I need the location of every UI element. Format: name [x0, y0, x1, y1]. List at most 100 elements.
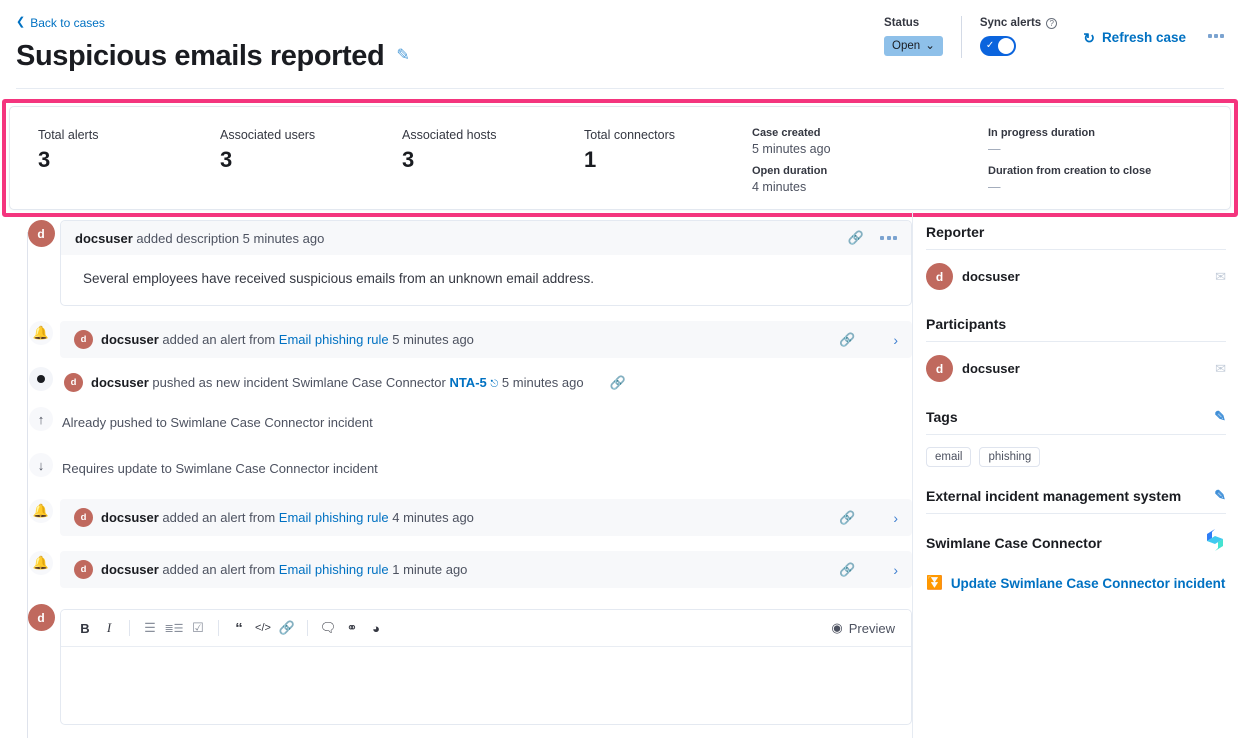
description-card: docsuser added description 5 minutes ago…: [60, 220, 912, 306]
timeline-item-alert: 🔔 d docsuser added an alert from Email p…: [14, 321, 912, 358]
toolbar-separator: [307, 620, 308, 636]
chevron-left-icon: ❮: [16, 17, 25, 28]
bullet-list-icon[interactable]: ☰: [138, 617, 162, 639]
ellipsis-dot: [893, 236, 897, 240]
spacer: [14, 398, 912, 407]
avatar: d: [74, 560, 93, 579]
push-text: docsuser pushed as new incident Swimlane…: [91, 375, 584, 390]
link-icon[interactable]: 🔗: [839, 332, 855, 348]
rule-link[interactable]: Email phishing rule: [279, 332, 389, 347]
question-mark-icon[interactable]: ?: [1046, 18, 1057, 29]
incident-link[interactable]: NTA-5: [449, 375, 486, 390]
alert-row[interactable]: d docsuser added an alert from Email phi…: [60, 321, 912, 358]
status-block: Status Open ⌄: [884, 16, 943, 56]
link-icon[interactable]: 🔗: [839, 562, 855, 578]
status-dropdown[interactable]: Open ⌄: [884, 36, 943, 56]
tags-list: email phishing: [926, 435, 1226, 467]
chevron-right-icon[interactable]: ›: [893, 332, 898, 348]
alert-row[interactable]: d docsuser added an alert from Email phi…: [60, 551, 912, 588]
tag-chip[interactable]: email: [926, 447, 971, 467]
in-progress-duration-value: —: [988, 141, 1230, 158]
comment-textarea[interactable]: [61, 647, 911, 717]
quote-icon[interactable]: “: [227, 617, 251, 639]
link-icon[interactable]: 🔗: [275, 617, 299, 639]
refresh-case-button[interactable]: ↻ Refresh case: [1083, 30, 1186, 45]
event-post: 1 minute ago: [389, 562, 468, 577]
timeline-item-push: d docsuser pushed as new incident Swimla…: [14, 367, 912, 398]
code-icon[interactable]: </>: [251, 617, 275, 639]
update-incident-button[interactable]: ⏬ Update Swimlane Case Connector inciden…: [926, 557, 1226, 591]
refresh-case-label: Refresh case: [1102, 30, 1186, 45]
push-row: d docsuser pushed as new incident Swimla…: [60, 367, 912, 398]
participant-row: d docsuser ✉: [926, 342, 1226, 382]
timeline-icon[interactable]: ◕: [364, 617, 388, 639]
header-divider-rule: [16, 88, 1224, 89]
edit-external-system-pencil-icon[interactable]: ✎: [1214, 487, 1226, 504]
stat-label: Associated users: [220, 127, 374, 143]
envelope-icon[interactable]: ✉: [1215, 361, 1226, 377]
description-card-header: docsuser added description 5 minutes ago…: [61, 221, 911, 255]
timeline-content: B I ☰ ≣☰ ☑ “ </> 🔗 🗨 ⚭: [14, 604, 912, 725]
timeline-marker: [27, 367, 55, 391]
spacer: [14, 438, 912, 453]
tags-title: Tags: [926, 409, 1214, 425]
edit-tags-pencil-icon[interactable]: ✎: [1214, 408, 1226, 425]
stats-card: Total alerts 3 Associated users 3 Associ…: [9, 106, 1231, 210]
description-overflow-menu-button[interactable]: [880, 236, 897, 240]
back-to-cases-link[interactable]: ❮ Back to cases: [16, 16, 105, 30]
sync-alerts-block: Sync alerts ? ✓: [980, 16, 1057, 56]
stat-value: 1: [584, 147, 738, 173]
numbered-list-icon[interactable]: ≣☰: [162, 617, 186, 639]
chevron-right-icon[interactable]: ›: [893, 510, 898, 526]
hierarchy-icon[interactable]: ⚭: [340, 617, 364, 639]
creation-to-close-label: Duration from creation to close: [988, 164, 1230, 179]
rule-link[interactable]: Email phishing rule: [279, 510, 389, 525]
arrow-down-icon: ↓: [29, 453, 53, 477]
link-icon[interactable]: 🔗: [839, 510, 855, 526]
timeline-marker: ↑: [27, 407, 55, 431]
spacer: [14, 588, 912, 604]
tag-chip[interactable]: phishing: [979, 447, 1040, 467]
activity-timeline: d docsuser added description 5 minutes a…: [0, 220, 912, 738]
status-value: Open: [892, 39, 920, 53]
link-icon[interactable]: 🔗: [610, 375, 626, 391]
ellipsis-dot: [1214, 34, 1218, 38]
timeline-content: d docsuser added an alert from Email phi…: [60, 321, 912, 358]
tags-section-title: Tags ✎: [926, 404, 1226, 425]
rule-link[interactable]: Email phishing rule: [279, 562, 389, 577]
reporter-row: d docsuser ✉: [926, 250, 1226, 290]
comment-icon[interactable]: 🗨: [316, 617, 340, 639]
chevron-right-icon[interactable]: ›: [893, 562, 898, 578]
event-pre: added an alert from: [159, 332, 279, 347]
edit-title-pencil-icon[interactable]: ✎: [396, 48, 409, 64]
stat-value: 3: [220, 147, 374, 173]
link-icon[interactable]: 🔗: [848, 230, 864, 246]
event-user: docsuser: [101, 510, 159, 525]
header-actions: Status Open ⌄ Sync alerts ? ✓ ↻: [884, 16, 1224, 58]
editor-toolbar: B I ☰ ≣☰ ☑ “ </> 🔗 🗨 ⚭: [61, 610, 911, 647]
spacer: [14, 358, 912, 367]
preview-label: Preview: [849, 621, 895, 636]
event-pre: pushed as new incident Swimlane Case Con…: [149, 375, 450, 390]
sync-alerts-toggle[interactable]: ✓: [980, 36, 1016, 56]
bold-icon[interactable]: B: [73, 617, 97, 639]
participants-section-title: Participants: [926, 312, 1226, 332]
stat-total-alerts: Total alerts 3: [10, 107, 192, 209]
timeline-marker: 🔔: [27, 551, 55, 575]
page-header: ❮ Back to cases Suspicious emails report…: [0, 0, 1240, 96]
timeline-item-alert: 🔔 d docsuser added an alert from Email p…: [14, 551, 912, 588]
envelope-icon[interactable]: ✉: [1215, 269, 1226, 285]
refresh-icon: ↻: [1083, 31, 1095, 45]
push-incident-icon: ⏬: [926, 575, 943, 591]
event-post: 4 minutes ago: [389, 510, 474, 525]
durations-right-column: In progress duration — Duration from cre…: [970, 107, 1230, 209]
alert-row[interactable]: d docsuser added an alert from Email phi…: [60, 499, 912, 536]
participants-title: Participants: [926, 316, 1226, 332]
avatar: d: [28, 220, 55, 247]
italic-icon[interactable]: I: [97, 617, 121, 639]
event-user: docsuser: [101, 562, 159, 577]
case-overflow-menu-button[interactable]: [1208, 34, 1224, 38]
spacer: [926, 467, 1226, 483]
preview-toggle[interactable]: ◉ Preview: [831, 620, 899, 636]
checklist-icon[interactable]: ☑: [186, 617, 210, 639]
